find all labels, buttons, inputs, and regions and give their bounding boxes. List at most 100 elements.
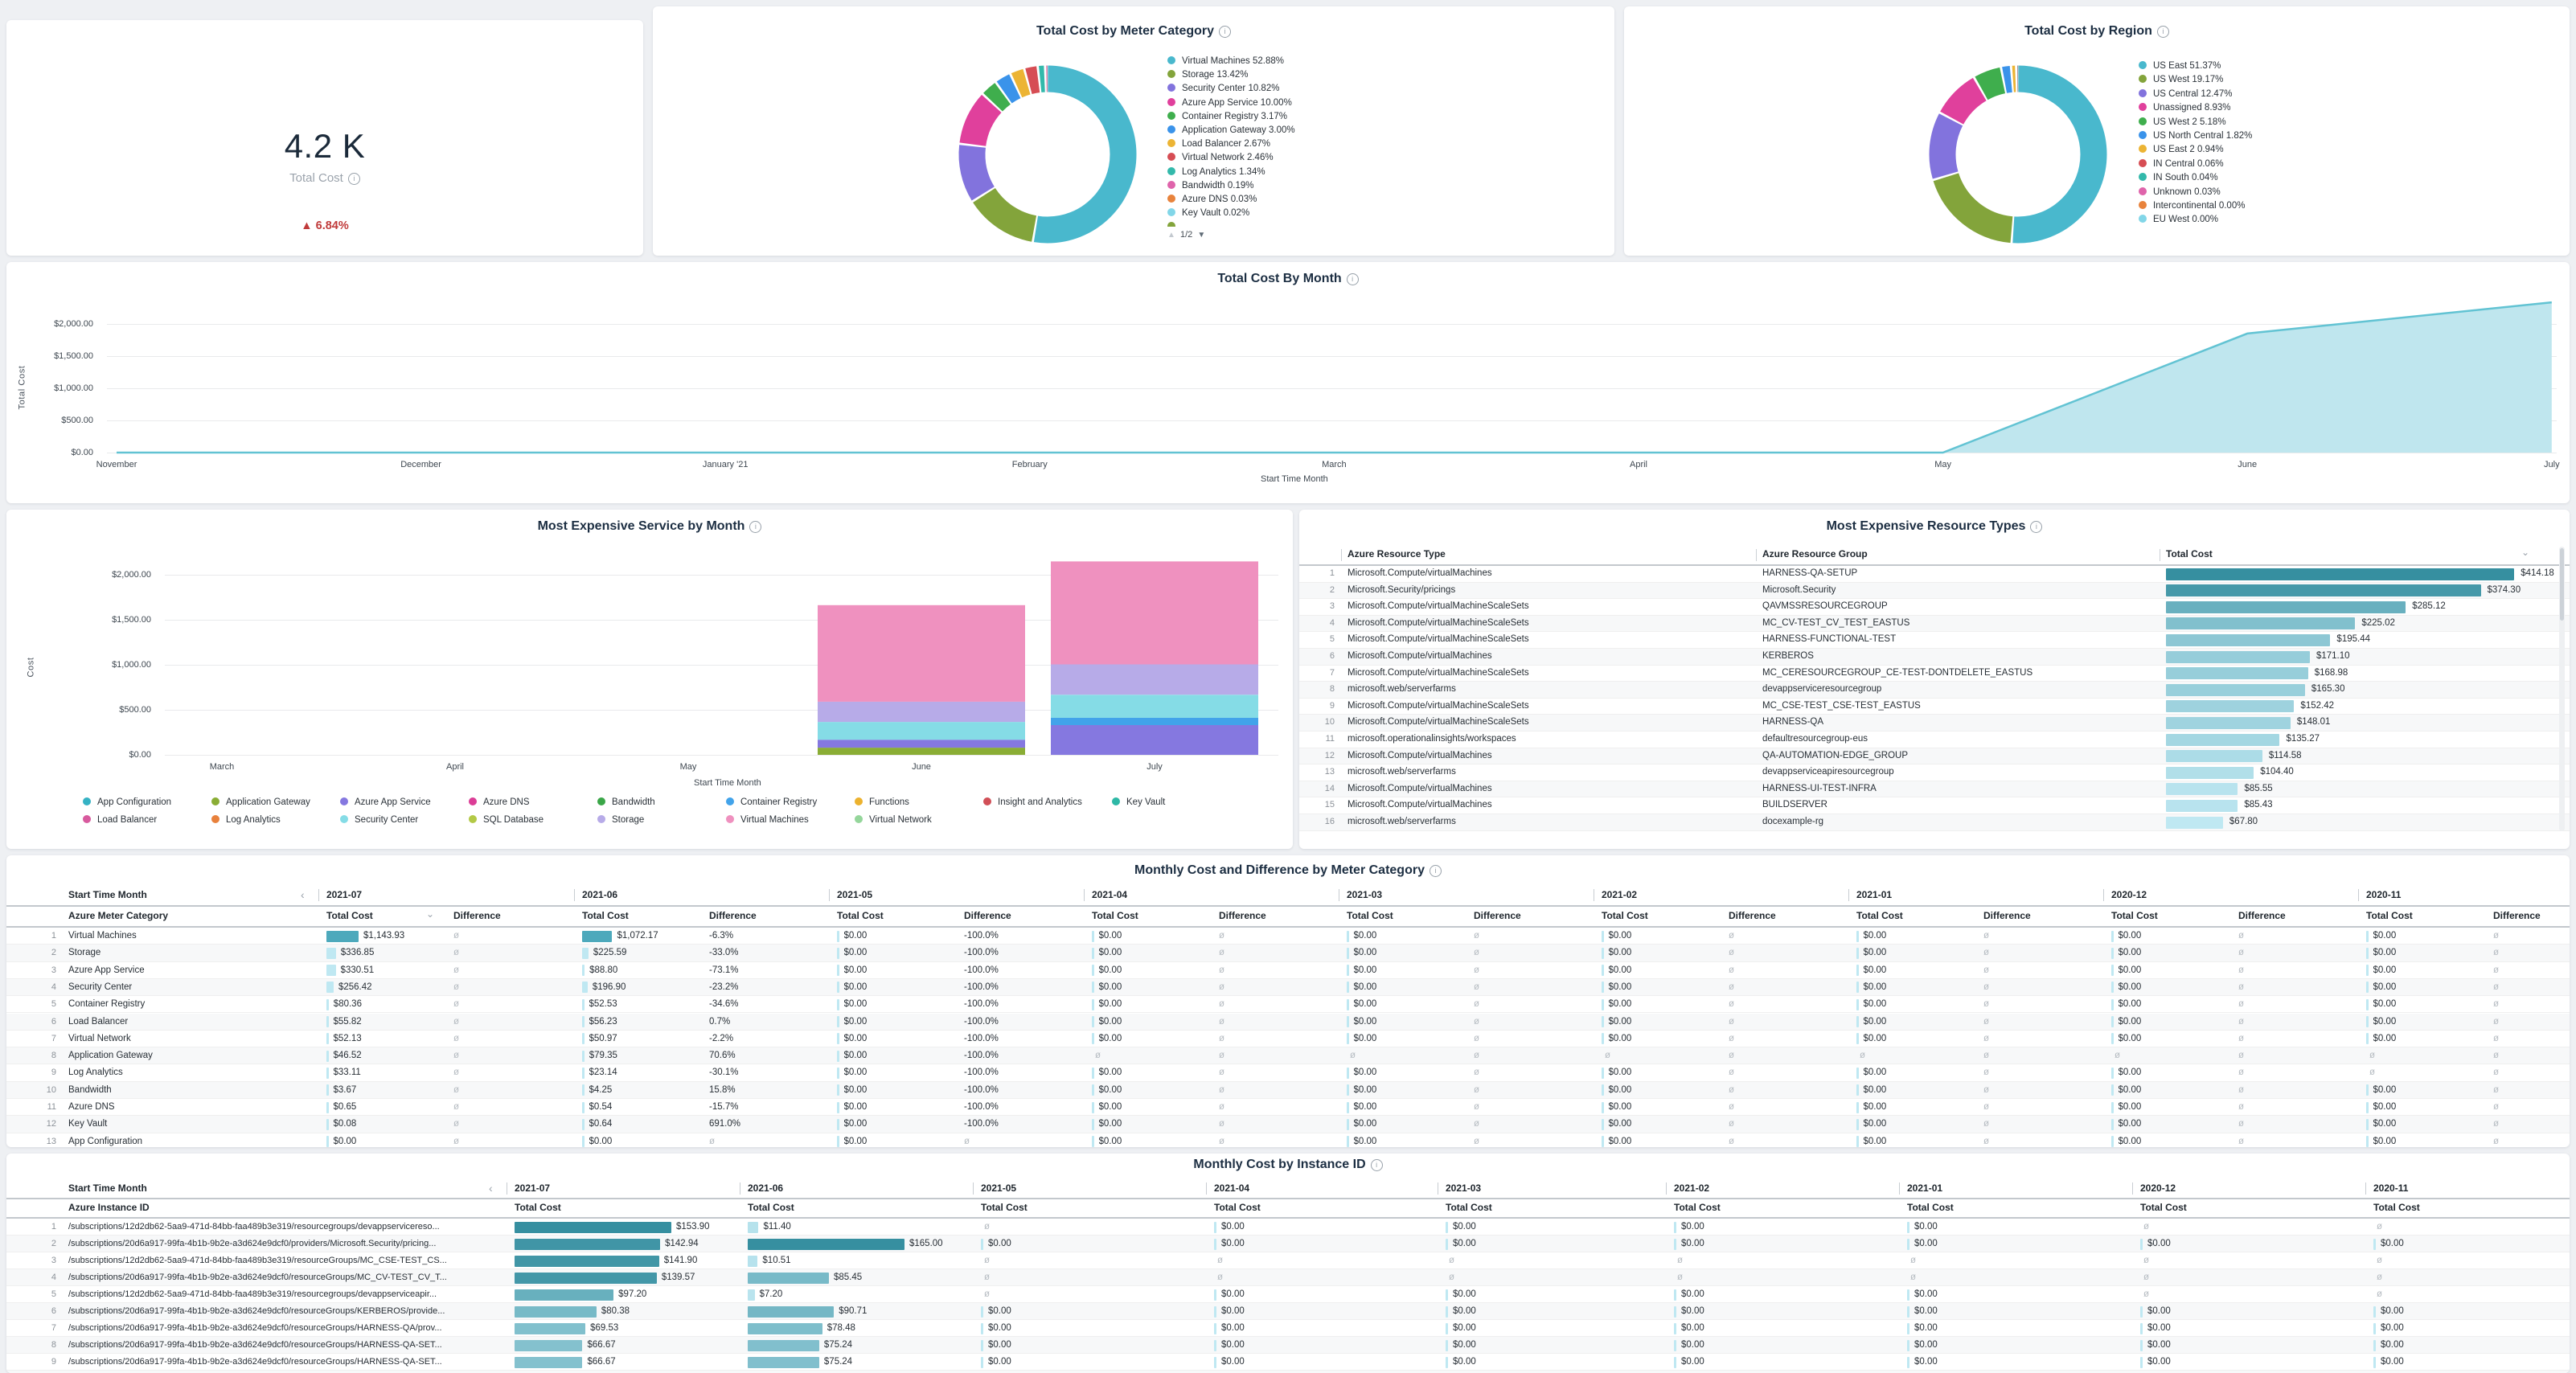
cell-category[interactable]: Virtual Machines <box>68 931 310 941</box>
cell-total-cost[interactable]: $0.00 <box>2373 965 2397 975</box>
cell-total-cost[interactable]: $139.57 <box>662 1273 695 1282</box>
cell-category[interactable]: Container Registry <box>68 999 310 1009</box>
subheader-difference[interactable]: Difference <box>964 910 1011 921</box>
cell-resource-type[interactable]: Microsoft.Compute/virtualMachines <box>1347 751 1749 760</box>
cell-total-cost[interactable]: $0.08 <box>334 1119 357 1129</box>
cell-total-cost[interactable]: $52.13 <box>334 1034 362 1043</box>
month-header-2021-07[interactable]: 2021-07 <box>326 889 362 900</box>
collapse-chevron-icon[interactable]: ‹ <box>301 888 305 901</box>
cell-total-cost[interactable]: $0.00 <box>2119 1068 2142 1077</box>
subheader-difference[interactable]: Difference <box>1219 910 1266 921</box>
cell-total-cost[interactable]: $0.00 <box>1099 982 1122 992</box>
cell-resource-group[interactable]: MC_CSE-TEST_CSE-TEST_EASTUS <box>1762 701 2155 711</box>
legend-item-key-vault[interactable]: Key Vault <box>1112 797 1241 807</box>
legend-item-log-analytics[interactable]: Log Analytics <box>211 815 340 825</box>
cell-resource-group[interactable]: KERBEROS <box>1762 651 2155 661</box>
cell-total-cost[interactable]: $0.00 <box>1221 1357 1245 1367</box>
subheader-total-cost[interactable]: Total Cost <box>981 1202 1028 1213</box>
cell-total-cost[interactable]: $0.00 <box>1453 1289 1476 1299</box>
column-header-resource-group[interactable]: Azure Resource Group <box>1762 548 1868 559</box>
cell-total-cost[interactable]: $0.00 <box>1609 999 1632 1009</box>
cell-total-cost[interactable]: $414.18 <box>2521 568 2554 578</box>
cell-total-cost[interactable]: $0.00 <box>1453 1323 1476 1333</box>
cell-total-cost[interactable]: $0.00 <box>844 931 868 941</box>
cell-total-cost[interactable]: $52.53 <box>589 999 617 1009</box>
legend-item-us-west[interactable]: US West 19.17% <box>2139 75 2223 84</box>
cell-total-cost[interactable]: $0.00 <box>1354 1119 1377 1129</box>
cell-total-cost[interactable]: $0.00 <box>334 1137 357 1146</box>
cell-resource-type[interactable]: Microsoft.Compute/virtualMachineScaleSet… <box>1347 717 1749 727</box>
column-header-total-cost[interactable]: Total Cost <box>2166 548 2213 559</box>
cell-total-cost[interactable]: $0.00 <box>1864 1068 1887 1077</box>
cell-total-cost[interactable]: $0.00 <box>1914 1357 1938 1367</box>
cell-resource-group[interactable]: Microsoft.Security <box>1762 585 2155 595</box>
month-header-2021-03[interactable]: 2021-03 <box>1347 889 1382 900</box>
cell-resource-group[interactable]: QA-AUTOMATION-EDGE_GROUP <box>1762 751 2155 760</box>
subheader-total-cost[interactable]: Total Cost <box>1907 1202 1954 1213</box>
cell-resource-group[interactable]: MC_CERESOURCEGROUP_CE-TEST-DONTDELETE_EA… <box>1762 668 2155 678</box>
legend-item-bandwidth[interactable]: Bandwidth 0.19% <box>1167 181 1254 191</box>
cell-total-cost[interactable]: $141.90 <box>664 1256 698 1265</box>
cell-total-cost[interactable]: $0.00 <box>988 1340 1011 1350</box>
cell-total-cost[interactable]: $225.59 <box>593 948 627 957</box>
cell-total-cost[interactable]: $0.00 <box>1914 1239 1938 1248</box>
cell-total-cost[interactable]: $0.00 <box>2373 931 2397 941</box>
cell-total-cost[interactable]: $0.00 <box>1099 948 1122 957</box>
cell-total-cost[interactable]: $79.35 <box>589 1051 617 1060</box>
legend-item-virtual-machines[interactable]: Virtual Machines <box>726 815 855 825</box>
cell-total-cost[interactable]: $0.00 <box>844 965 868 975</box>
cell-total-cost[interactable]: $0.00 <box>2381 1323 2404 1333</box>
cell-total-cost[interactable]: $225.02 <box>2361 618 2395 628</box>
legend-item-virtual-machines[interactable]: Virtual Machines 52.88% <box>1167 56 1284 66</box>
cell-instance-id[interactable]: /subscriptions/20d6a917-99fa-4b1b-9b2e-a… <box>68 1357 501 1367</box>
cell-total-cost[interactable]: $0.00 <box>2119 1085 2142 1095</box>
cell-total-cost[interactable]: $0.00 <box>1099 1137 1122 1146</box>
month-header-2021-06[interactable]: 2021-06 <box>582 889 617 900</box>
month-header-2021-05[interactable]: 2021-05 <box>837 889 872 900</box>
legend-item-intercontinental[interactable]: Intercontinental 0.00% <box>2139 201 2245 211</box>
cell-resource-type[interactable]: Microsoft.Compute/virtualMachines <box>1347 568 1749 578</box>
month-header-2021-06[interactable]: 2021-06 <box>748 1182 783 1194</box>
cell-total-cost[interactable]: $0.00 <box>1354 1068 1377 1077</box>
cell-category[interactable]: Azure App Service <box>68 965 310 975</box>
subheader-difference[interactable]: Difference <box>1983 910 2031 921</box>
cell-total-cost[interactable]: $0.00 <box>1864 1017 1887 1027</box>
cell-total-cost[interactable]: $85.55 <box>2244 784 2272 793</box>
cell-total-cost[interactable]: $0.00 <box>1681 1306 1704 1316</box>
cell-total-cost[interactable]: $0.00 <box>1864 999 1887 1009</box>
cell-total-cost[interactable]: $66.67 <box>587 1357 615 1367</box>
cell-resource-type[interactable]: Microsoft.Compute/virtualMachineScaleSet… <box>1347 668 1749 678</box>
legend-item-storage[interactable]: Storage 13.42% <box>1167 70 1248 80</box>
subheader-total-cost[interactable]: Total Cost <box>1856 910 1903 921</box>
cell-total-cost[interactable]: $0.00 <box>1099 1085 1122 1095</box>
cell-total-cost[interactable]: $0.00 <box>1099 1068 1122 1077</box>
cell-total-cost[interactable]: $0.00 <box>1864 1034 1887 1043</box>
cell-total-cost[interactable]: $0.00 <box>1221 1306 1245 1316</box>
cell-total-cost[interactable]: $50.97 <box>589 1034 617 1043</box>
cell-instance-id[interactable]: /subscriptions/20d6a917-99fa-4b1b-9b2e-a… <box>68 1239 501 1248</box>
subheader-total-cost[interactable]: Total Cost <box>515 1202 561 1213</box>
cell-total-cost[interactable]: $0.00 <box>1609 982 1632 992</box>
cell-total-cost[interactable]: $165.00 <box>909 1239 943 1248</box>
cell-total-cost[interactable]: $0.00 <box>1099 1017 1122 1027</box>
legend-item-container-registry[interactable]: Container Registry <box>726 797 855 807</box>
cell-total-cost[interactable]: $0.00 <box>1099 931 1122 941</box>
cell-total-cost[interactable]: $0.00 <box>1681 1222 1704 1232</box>
cell-total-cost[interactable]: $4.25 <box>589 1085 613 1095</box>
cell-resource-group[interactable]: devappserviceapiresourcegroup <box>1762 767 2155 777</box>
cell-total-cost[interactable]: $0.00 <box>2119 1137 2142 1146</box>
cell-total-cost[interactable]: $33.11 <box>334 1068 361 1077</box>
cell-total-cost[interactable]: $0.00 <box>2147 1306 2171 1316</box>
cell-total-cost[interactable]: $0.00 <box>1453 1222 1476 1232</box>
cell-total-cost[interactable]: $0.00 <box>2119 1102 2142 1112</box>
cell-total-cost[interactable]: $168.98 <box>2315 668 2348 678</box>
column-header-resource-type[interactable]: Azure Resource Type <box>1347 548 1446 559</box>
cell-total-cost[interactable]: $0.00 <box>1681 1239 1704 1248</box>
cell-total-cost[interactable]: $0.00 <box>2147 1340 2171 1350</box>
cell-total-cost[interactable]: $196.90 <box>593 982 626 992</box>
cell-category[interactable]: Virtual Network <box>68 1034 310 1043</box>
cell-total-cost[interactable]: $0.00 <box>1609 1017 1632 1027</box>
subheader-difference[interactable]: Difference <box>1474 910 1521 921</box>
cell-resource-type[interactable]: Microsoft.Compute/virtualMachineScaleSet… <box>1347 634 1749 644</box>
month-header-2020-12[interactable]: 2020-12 <box>2111 889 2147 900</box>
